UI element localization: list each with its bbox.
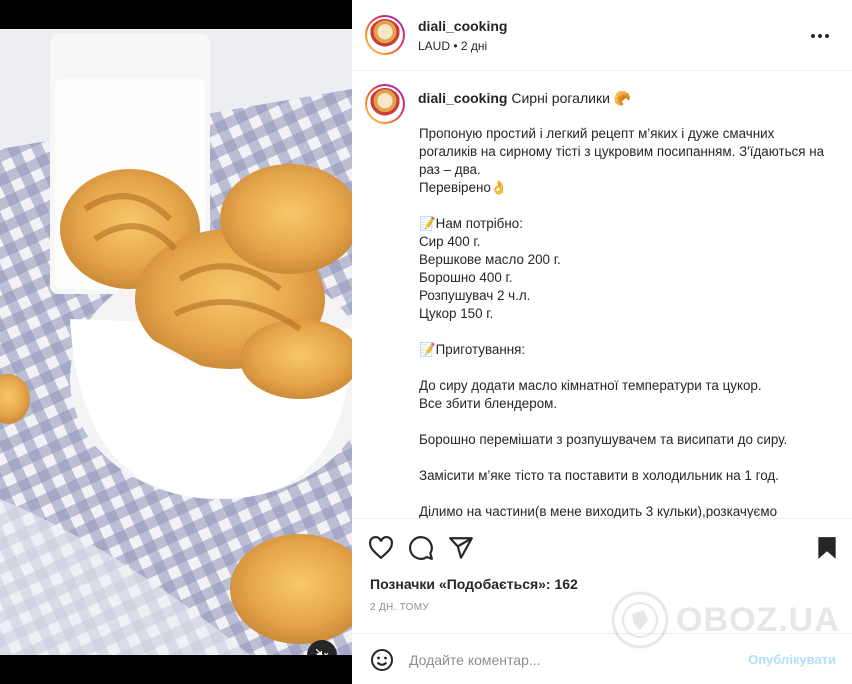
caption-line: 📝Нам потрібно: bbox=[419, 216, 523, 231]
caption-line bbox=[419, 359, 834, 377]
play-icon[interactable] bbox=[145, 335, 213, 403]
caption-header: diali_cooking Сирні рогалики 🥐 bbox=[418, 89, 838, 107]
post-header: diali_cooking LAUD • 2 дні bbox=[352, 0, 852, 71]
caption-line: Борошно перемішати з розпушувачем та вис… bbox=[419, 432, 788, 447]
post-meta: LAUD • 2 дні bbox=[418, 39, 487, 53]
comment-bar: Опублікувати bbox=[352, 633, 852, 684]
caption-section: diali_cooking Сирні рогалики 🥐 Пропоную … bbox=[352, 72, 852, 518]
caption-title: Сирні рогалики 🥐 bbox=[511, 90, 632, 106]
send-icon[interactable] bbox=[448, 535, 474, 561]
post-video[interactable] bbox=[0, 29, 352, 655]
bookmark-icon[interactable] bbox=[814, 535, 840, 561]
caption-line: Сир 400 г. bbox=[419, 234, 481, 249]
caption-line: Борошно 400 г. bbox=[419, 270, 513, 285]
muted-speaker-icon bbox=[315, 648, 329, 655]
comment-input[interactable] bbox=[409, 648, 739, 672]
caption-line: 📝Приготування: bbox=[419, 342, 526, 357]
caption-avatar[interactable] bbox=[365, 84, 405, 124]
caption-line bbox=[419, 197, 834, 215]
caption-line: Все збити блендером. bbox=[419, 396, 558, 411]
caption-line bbox=[419, 323, 834, 341]
caption-line: До сиру додати масло кімнатної температу… bbox=[419, 378, 762, 393]
post-timestamp[interactable]: 2 ДН. ТОМУ bbox=[370, 602, 429, 613]
caption-line: Пропоную простий і легкий рецепт м’яких … bbox=[419, 126, 825, 177]
action-bar bbox=[352, 518, 852, 576]
emoji-icon[interactable] bbox=[370, 648, 394, 672]
caption-line: Вершкове масло 200 г. bbox=[419, 252, 561, 267]
heart-icon[interactable] bbox=[368, 535, 394, 561]
posted-ago: • 2 дні bbox=[453, 39, 488, 53]
header-username[interactable]: diali_cooking bbox=[418, 18, 507, 34]
location-link[interactable]: LAUD bbox=[418, 39, 450, 53]
caption-line bbox=[419, 485, 834, 503]
post-panel: diali_cooking LAUD • 2 дні diali_cooking… bbox=[352, 0, 852, 684]
more-horizontal-icon bbox=[811, 34, 829, 38]
comment-icon[interactable] bbox=[408, 535, 434, 561]
likes-count[interactable]: Позначки «Подобається»: 162 bbox=[370, 576, 578, 592]
caption-line bbox=[419, 449, 834, 467]
publish-button[interactable]: Опублікувати bbox=[748, 652, 836, 667]
caption-line: Замісити м’яке тісто та поставити в холо… bbox=[419, 468, 779, 483]
caption-body: Пропоную простий і легкий рецепт м’яких … bbox=[419, 125, 834, 518]
more-options-button[interactable] bbox=[808, 24, 832, 48]
avatar[interactable] bbox=[365, 15, 405, 55]
caption-line: Перевірено👌 bbox=[419, 180, 508, 195]
caption-username[interactable]: diali_cooking bbox=[418, 90, 507, 106]
caption-line: Розпушувач 2 ч.л. bbox=[419, 288, 531, 303]
caption-line bbox=[419, 413, 834, 431]
caption-line: Цукор 150 г. bbox=[419, 306, 494, 321]
caption-line: Ділимо на частини(в мене виходить 3 куль… bbox=[419, 504, 778, 518]
